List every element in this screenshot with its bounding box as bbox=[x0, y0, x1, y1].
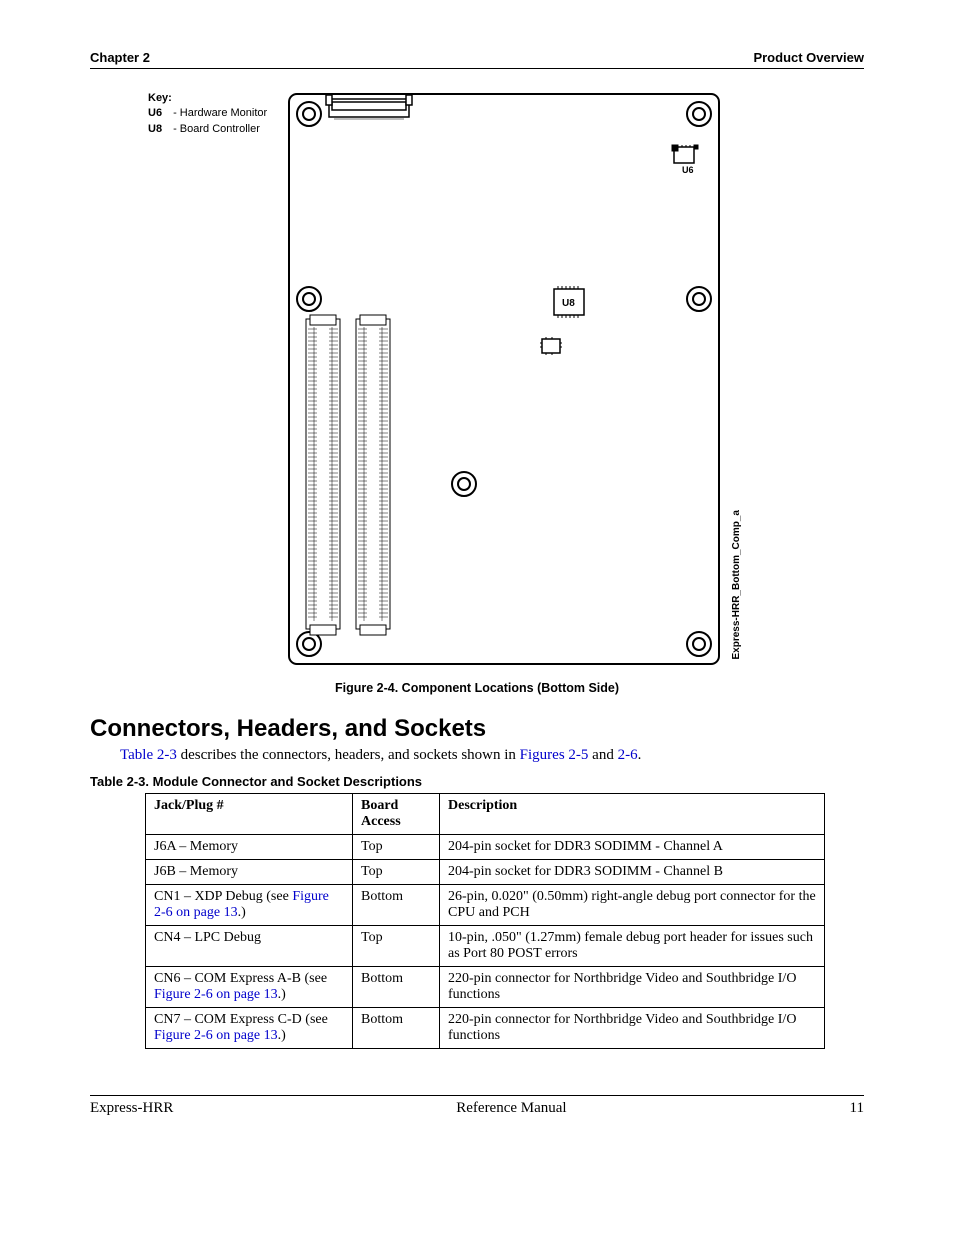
section-title: Connectors, Headers, and Sockets bbox=[90, 715, 864, 743]
cell-jackplug: J6A – Memory bbox=[146, 835, 353, 860]
figure-key: Key: U6 - Hardware Monitor U8 - Board Co… bbox=[148, 89, 278, 137]
connector-table: Jack/Plug # Board Access Description J6A… bbox=[145, 793, 825, 1049]
key-title: Key: bbox=[148, 91, 278, 106]
cell-boardaccess: Bottom bbox=[353, 885, 440, 926]
footer-left: Express-HRR bbox=[90, 1100, 173, 1117]
th-jackplug: Jack/Plug # bbox=[146, 794, 353, 835]
page-footer: Express-HRR Reference Manual 11 bbox=[90, 1095, 864, 1117]
cell-description: 220-pin connector for Northbridge Video … bbox=[440, 967, 825, 1008]
cell-jackplug: CN1 – XDP Debug (see Figure 2-6 on page … bbox=[146, 885, 353, 926]
chip-u6 bbox=[672, 145, 698, 163]
cell-boardaccess: Top bbox=[353, 860, 440, 885]
chip-u8-label: U8 bbox=[562, 298, 575, 309]
cell-boardaccess: Bottom bbox=[353, 967, 440, 1008]
link-table-2-3[interactable]: Table 2-3 bbox=[120, 747, 177, 763]
th-description: Description bbox=[440, 794, 825, 835]
figure-2-4: Key: U6 - Hardware Monitor U8 - Board Co… bbox=[90, 89, 864, 695]
figure-caption: Figure 2-4. Component Locations (Bottom … bbox=[90, 681, 864, 695]
cell-jackplug: CN7 – COM Express C-D (see Figure 2-6 on… bbox=[146, 1008, 353, 1049]
board-svg: U6 U8 bbox=[284, 89, 724, 669]
chip-u6-label: U6 bbox=[682, 165, 694, 175]
key-item-u8: U8 - Board Controller bbox=[148, 122, 278, 137]
header-right: Product Overview bbox=[753, 50, 864, 65]
table-row: CN1 – XDP Debug (see Figure 2-6 on page … bbox=[146, 885, 825, 926]
table-row: CN4 – LPC DebugTop10-pin, .050" (1.27mm)… bbox=[146, 926, 825, 967]
cell-jackplug: CN4 – LPC Debug bbox=[146, 926, 353, 967]
table-caption: Table 2-3. Module Connector and Socket D… bbox=[90, 774, 864, 789]
table-row: CN7 – COM Express C-D (see Figure 2-6 on… bbox=[146, 1008, 825, 1049]
intro-paragraph: Table 2-3 describes the connectors, head… bbox=[120, 747, 864, 764]
cell-description: 10-pin, .050" (1.27mm) female debug port… bbox=[440, 926, 825, 967]
table-row: J6A – MemoryTop204-pin socket for DDR3 S… bbox=[146, 835, 825, 860]
table-row: CN6 – COM Express A-B (see Figure 2-6 on… bbox=[146, 967, 825, 1008]
board-diagram: U6 U8 bbox=[284, 89, 724, 669]
cell-jackplug: J6B – Memory bbox=[146, 860, 353, 885]
link-figure-ref[interactable]: Figure 2-6 on page 13 bbox=[154, 987, 278, 1002]
cell-boardaccess: Top bbox=[353, 926, 440, 967]
figure-side-label: Express-HRR_Bottom_Comp_a bbox=[731, 510, 742, 659]
footer-right: 11 bbox=[850, 1100, 864, 1117]
page-header: Chapter 2 Product Overview bbox=[90, 50, 864, 69]
footer-center: Reference Manual bbox=[456, 1100, 566, 1117]
link-2-6[interactable]: 2-6 bbox=[618, 747, 638, 763]
cell-description: 204-pin socket for DDR3 SODIMM - Channel… bbox=[440, 860, 825, 885]
cell-description: 26-pin, 0.020" (0.50mm) right-angle debu… bbox=[440, 885, 825, 926]
cell-jackplug: CN6 – COM Express A-B (see Figure 2-6 on… bbox=[146, 967, 353, 1008]
th-boardaccess: Board Access bbox=[353, 794, 440, 835]
cell-boardaccess: Bottom bbox=[353, 1008, 440, 1049]
cell-description: 204-pin socket for DDR3 SODIMM - Channel… bbox=[440, 835, 825, 860]
header-left: Chapter 2 bbox=[90, 50, 150, 65]
link-figures-2-5[interactable]: Figures 2-5 bbox=[520, 747, 589, 763]
table-row: J6B – MemoryTop204-pin socket for DDR3 S… bbox=[146, 860, 825, 885]
link-figure-ref[interactable]: Figure 2-6 on page 13 bbox=[154, 1028, 278, 1043]
table-header-row: Jack/Plug # Board Access Description bbox=[146, 794, 825, 835]
cell-description: 220-pin connector for Northbridge Video … bbox=[440, 1008, 825, 1049]
cell-boardaccess: Top bbox=[353, 835, 440, 860]
key-item-u6: U6 - Hardware Monitor bbox=[148, 106, 278, 121]
